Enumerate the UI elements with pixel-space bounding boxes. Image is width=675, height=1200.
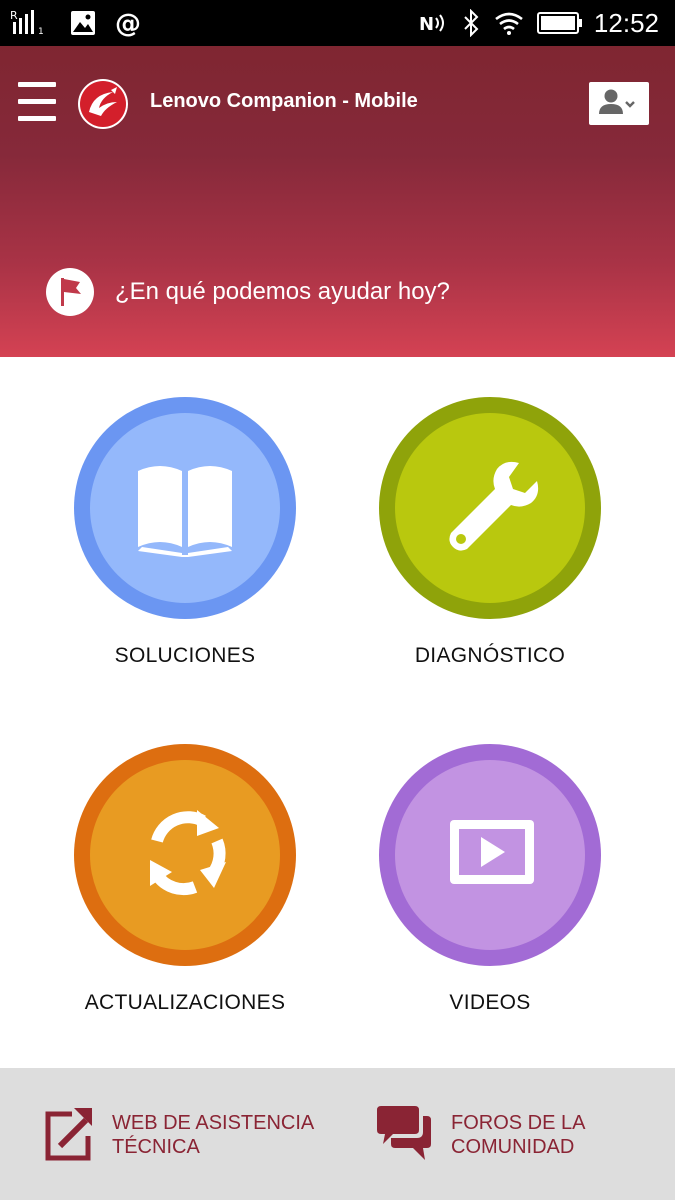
tile-label-actualizaciones: ACTUALIZACIONES (84, 991, 286, 1014)
tile-label-diagnostico: DIAGNÓSTICO (414, 644, 566, 667)
battery-icon (537, 12, 582, 34)
tile-diagnostico[interactable]: DIAGNÓSTICO (370, 397, 610, 687)
nfc-icon: N (419, 14, 444, 35)
status-bar: R 1 @ N 12:52 (0, 0, 675, 46)
signal-icon: R 1 (10, 9, 44, 37)
chat-bubbles-icon (377, 1106, 431, 1160)
svg-text:R: R (10, 9, 18, 22)
community-forums-label-line1: FOROS DE LA (451, 1112, 586, 1134)
tile-videos[interactable]: VIDEOS (370, 744, 610, 1034)
external-link-icon (45, 1108, 92, 1161)
account-button[interactable] (589, 82, 649, 125)
footer: WEB DE ASISTENCIA TÉCNICA FOROS DE LA CO… (0, 1068, 675, 1200)
tile-label-soluciones: SOLUCIONES (114, 644, 256, 667)
svg-text:@: @ (115, 9, 141, 37)
soluciones-circle (74, 397, 296, 619)
at-icon: @ (115, 9, 141, 37)
help-prompt: ¿En qué podemos ayudar hoy? (115, 278, 450, 305)
app-header: Lenovo Companion - Mobile ¿En qué podemo… (0, 46, 675, 357)
actualizaciones-circle (74, 744, 296, 966)
videos-circle (379, 744, 601, 966)
community-forums-label-line2: COMUNIDAD (451, 1136, 575, 1158)
user-account-icon (599, 89, 635, 114)
status-time: 12:52 (593, 8, 659, 38)
wifi-icon (495, 12, 523, 35)
menu-icon (18, 82, 56, 87)
bluetooth-icon (464, 9, 479, 37)
support-web-link[interactable]: WEB DE ASISTENCIA TÉCNICA (44, 1106, 334, 1166)
flag-icon (46, 268, 94, 316)
support-web-label-line2: TÉCNICA (112, 1136, 200, 1158)
tile-label-videos: VIDEOS (449, 991, 531, 1014)
support-web-label: WEB DE ASISTENCIA TÉCNICA (112, 1111, 314, 1159)
svg-text:1: 1 (38, 27, 44, 37)
menu-button[interactable] (18, 82, 56, 122)
play-video-icon (450, 820, 534, 884)
lenovo-companion-logo (78, 79, 128, 129)
tile-soluciones[interactable]: SOLUCIONES (65, 397, 305, 687)
image-icon (71, 11, 95, 35)
tile-actualizaciones[interactable]: ACTUALIZACIONES (65, 744, 305, 1034)
app-title: Lenovo Companion - Mobile (150, 90, 418, 112)
support-web-label-line1: WEB DE ASISTENCIA (112, 1112, 315, 1134)
svg-text:N: N (419, 14, 434, 35)
community-forums-label: FOROS DE LA COMUNIDAD (451, 1111, 585, 1159)
community-forums-link[interactable]: FOROS DE LA COMUNIDAD (375, 1106, 635, 1166)
diagnostico-circle (379, 397, 601, 619)
